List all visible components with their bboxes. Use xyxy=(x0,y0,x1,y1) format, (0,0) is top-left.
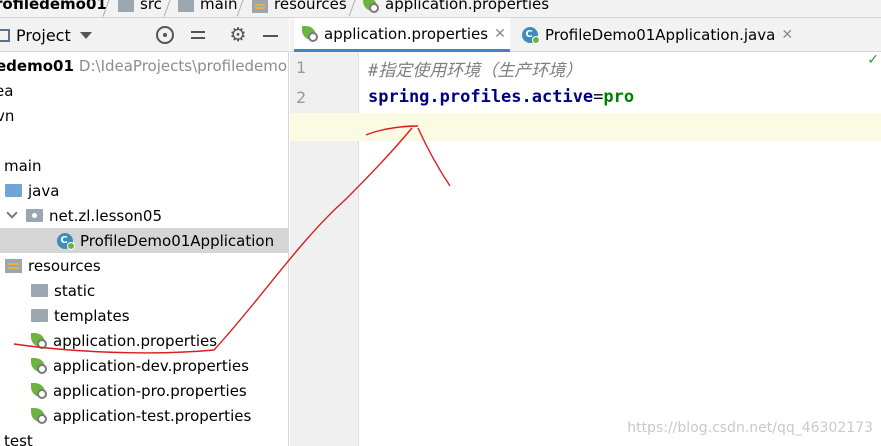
resources-folder-icon xyxy=(252,0,268,13)
tree-item-label: net.zl.lesson05 xyxy=(49,206,162,225)
tree-item-application-dev-properties[interactable]: application-dev.properties xyxy=(0,353,288,378)
gear-icon[interactable]: ⚙ xyxy=(229,26,247,45)
tree-item-main-class[interactable]: C ProfileDemo01Application xyxy=(0,228,288,253)
breadcrumb-src[interactable]: src xyxy=(118,0,162,13)
tree-item-idea[interactable]: ea xyxy=(0,78,283,103)
breadcrumb: rofiledemo01 src main resources applicat… xyxy=(0,0,881,18)
tree-item-project-root[interactable]: edemo01 D:\IdeaProjects\profiledemo01 xyxy=(0,53,288,78)
tree-item-mvn[interactable]: vn xyxy=(0,103,284,128)
chevron-down-icon[interactable] xyxy=(6,206,18,219)
source-folder-icon xyxy=(5,184,22,197)
breadcrumb-project-label: rofiledemo01 xyxy=(0,0,107,13)
spring-properties-icon xyxy=(302,25,319,42)
code-line-3[interactable] xyxy=(290,113,881,141)
breadcrumb-file-label: application.properties xyxy=(385,0,550,13)
tree-item-test[interactable]: test xyxy=(0,428,288,446)
tree-item-label: application-dev.properties xyxy=(53,356,249,375)
tree-item-path: D:\IdeaProjects\profiledemo01 xyxy=(78,56,289,75)
collapse-all-icon[interactable] xyxy=(189,26,207,44)
breadcrumb-separator xyxy=(104,0,114,15)
breadcrumb-separator xyxy=(350,0,360,15)
tree-item-label: application-test.properties xyxy=(53,406,252,425)
inspection-ok-icon[interactable]: ✓ xyxy=(867,52,879,68)
spring-boot-class-icon: C xyxy=(522,26,540,44)
tree-item-label: templates xyxy=(54,306,130,325)
code-editor[interactable]: #指定使用环境（生产环境） spring.profiles.active = pro… xyxy=(290,52,881,446)
project-icon xyxy=(0,29,10,42)
spring-properties-icon xyxy=(363,0,380,13)
tree-item-templates[interactable]: templates xyxy=(0,303,288,328)
tree-item-label: edemo01 xyxy=(0,56,74,75)
editor-tabs: application.properties ✕ C ProfileDemo01… xyxy=(290,18,881,52)
line-number-gutter: 1 2 3 xyxy=(290,52,359,446)
tree-item-package[interactable]: net.zl.lesson05 xyxy=(0,203,288,228)
folder-icon xyxy=(31,284,48,297)
minimize-icon[interactable] xyxy=(261,26,279,44)
project-panel-header: Project ⚙ xyxy=(0,18,289,52)
line-number: 2 xyxy=(296,88,307,107)
spring-properties-icon xyxy=(31,332,48,349)
tree-item-application-properties[interactable]: application.properties xyxy=(0,328,288,353)
breadcrumb-main[interactable]: main xyxy=(178,0,237,13)
breadcrumb-separator xyxy=(165,0,175,15)
breadcrumb-resources-label: resources xyxy=(274,0,347,13)
property-value: pro xyxy=(603,87,635,107)
chevron-down-icon xyxy=(79,32,92,39)
close-icon[interactable]: ✕ xyxy=(781,27,793,43)
breadcrumb-separator xyxy=(238,0,248,15)
watermark: https://blog.csdn.net/qq_46302173 xyxy=(627,420,873,436)
tree-item-label: static xyxy=(54,281,96,300)
tree-item-application-pro-properties[interactable]: application-pro.properties xyxy=(0,378,288,403)
property-key: spring.profiles.active xyxy=(368,87,594,107)
close-icon[interactable]: ✕ xyxy=(494,26,506,42)
tree-item-label: resources xyxy=(28,256,101,275)
code-line-2[interactable]: spring.profiles.active = pro xyxy=(359,83,881,111)
breadcrumb-main-label: main xyxy=(200,0,238,13)
tab-label: ProfileDemo01Application.java xyxy=(545,26,776,44)
tree-item-label: ea xyxy=(0,81,14,100)
folder-icon xyxy=(31,309,48,322)
resources-folder-icon xyxy=(5,258,22,273)
tree-item-label: test xyxy=(4,431,33,446)
tree-item-resources[interactable]: resources xyxy=(0,253,288,278)
tree-item-label: java xyxy=(28,181,60,200)
project-panel-title: Project xyxy=(16,26,71,45)
code-comment: #指定使用环境（生产环境） xyxy=(368,60,583,81)
tree-item-label: application-pro.properties xyxy=(53,381,247,400)
tree-item-label: application.properties xyxy=(53,331,218,350)
spring-properties-icon xyxy=(31,407,48,424)
project-tree: edemo01 D:\IdeaProjects\profiledemo01 ea… xyxy=(0,52,289,446)
tree-item-main[interactable]: main xyxy=(4,153,288,178)
breadcrumb-resources[interactable]: resources xyxy=(252,0,347,13)
code-line-1[interactable]: #指定使用环境（生产环境） xyxy=(359,54,881,82)
tree-item-blank xyxy=(0,128,288,153)
tree-item-label: vn xyxy=(0,106,15,125)
tab-application-properties[interactable]: application.properties ✕ xyxy=(294,18,510,52)
package-icon xyxy=(26,209,43,222)
tree-item-application-test-properties[interactable]: application-test.properties xyxy=(0,403,288,428)
tree-item-static[interactable]: static xyxy=(0,278,288,303)
tab-label: application.properties xyxy=(324,24,489,43)
breadcrumb-file[interactable]: application.properties xyxy=(363,0,549,13)
breadcrumb-src-label: src xyxy=(140,0,162,13)
locate-target-icon[interactable] xyxy=(156,26,174,44)
folder-icon xyxy=(178,0,194,12)
spring-properties-icon xyxy=(31,357,48,374)
spring-properties-icon xyxy=(31,382,48,399)
breadcrumb-project[interactable]: rofiledemo01 xyxy=(0,0,107,13)
tab-profiledemo01application[interactable]: C ProfileDemo01Application.java ✕ xyxy=(514,18,794,52)
tree-item-label: ProfileDemo01Application xyxy=(80,231,275,250)
line-number: 1 xyxy=(296,58,307,77)
tree-item-java[interactable]: java xyxy=(0,178,288,203)
project-view-selector[interactable]: Project xyxy=(0,26,92,45)
tree-item-label: main xyxy=(4,156,42,175)
folder-icon xyxy=(118,0,134,12)
property-separator: = xyxy=(593,87,604,107)
spring-boot-class-icon: C xyxy=(57,232,75,250)
